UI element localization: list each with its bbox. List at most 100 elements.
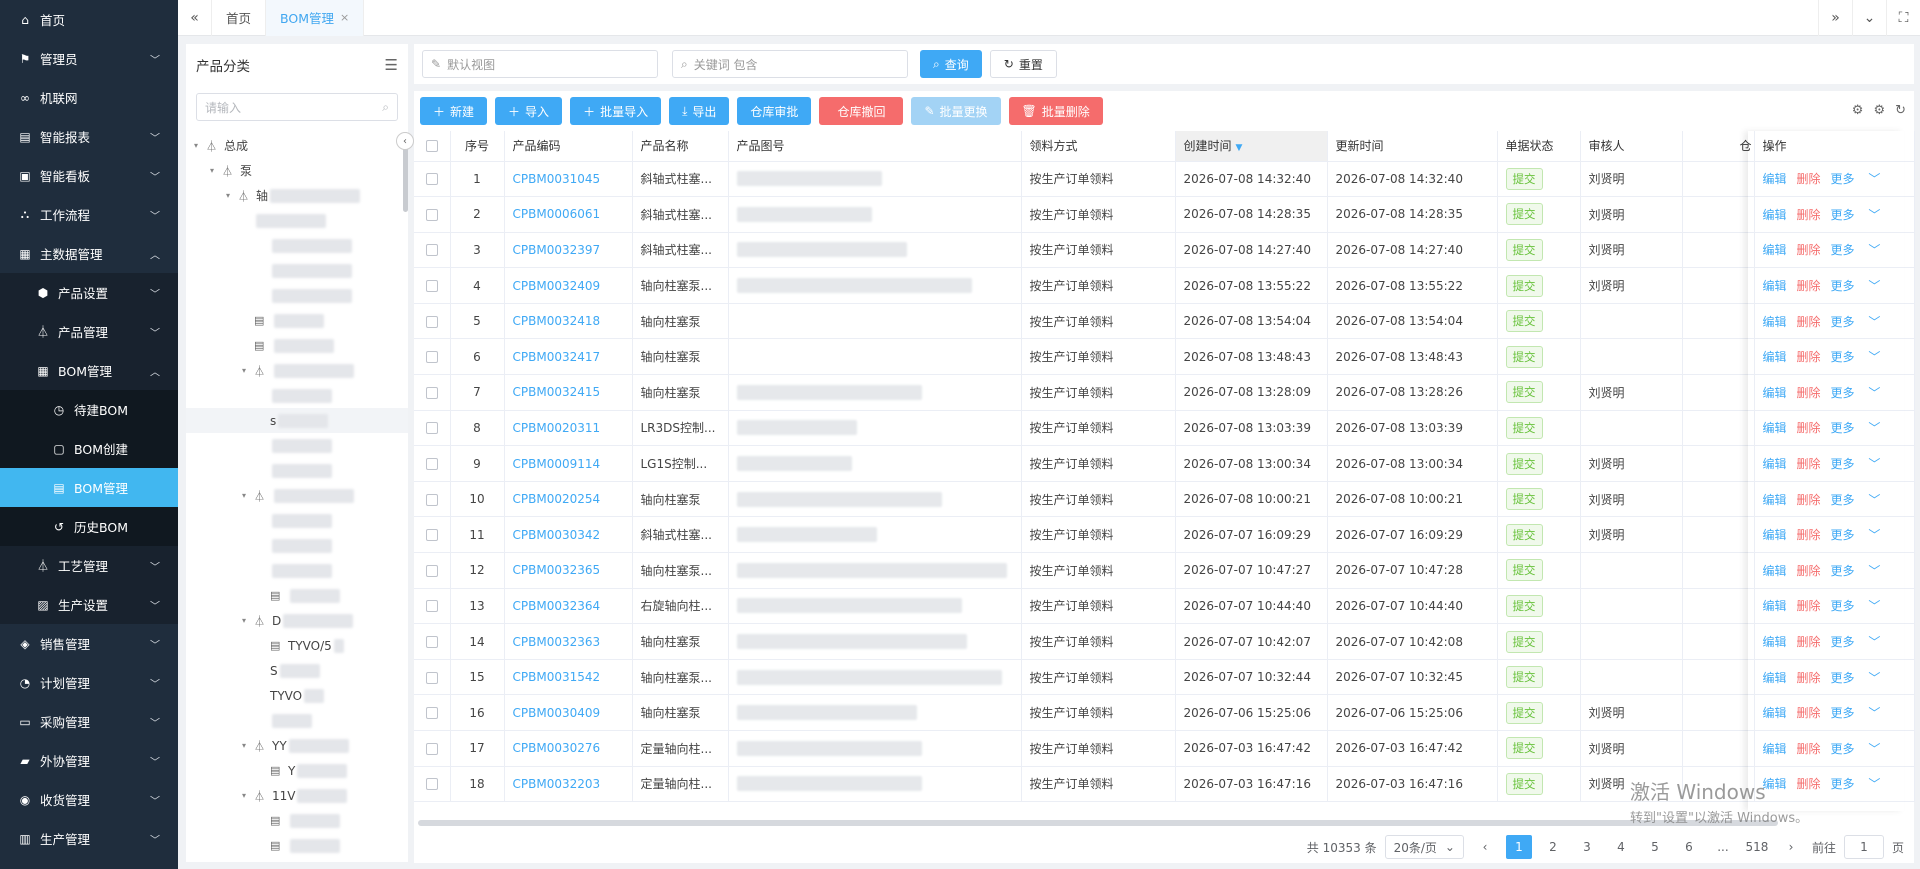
tree-node[interactable]: ▤ Y (186, 758, 408, 783)
sidebar-item-17[interactable]: ◔ 计划管理 ﹀ (0, 663, 178, 702)
tree-node[interactable] (186, 208, 408, 233)
delete-link[interactable]: 删除 (1797, 671, 1821, 685)
row-checkbox[interactable] (414, 374, 451, 411)
more-dropdown[interactable]: 更多 ﹀ (1831, 243, 1891, 257)
keyword-search-input[interactable]: ⌕ 关键词 包含 (672, 50, 908, 78)
horizontal-scrollbar[interactable] (418, 820, 1778, 826)
more-dropdown[interactable]: 更多 ﹀ (1831, 315, 1891, 329)
more-dropdown[interactable]: 更多 ﹀ (1831, 742, 1891, 756)
gear-icon[interactable]: ⚙ (1873, 103, 1885, 118)
sidebar-item-1[interactable]: ⚑ 管理员 ﹀ (0, 39, 178, 78)
table-row[interactable]: 4 CPBM0032409 轴向柱塞泵... 按生产订单领料 2026-07-08 13… (414, 267, 1915, 304)
edit-link[interactable]: 编辑 (1763, 528, 1787, 542)
caret-down-icon[interactable]: ▾ (242, 741, 254, 750)
table-row[interactable]: 8 CPBM0020311 LR3DS控制... 按生产订单领料 2026-07-08 … (414, 410, 1915, 447)
edit-link[interactable]: 编辑 (1763, 706, 1787, 720)
delete-link[interactable]: 删除 (1797, 172, 1821, 186)
row-checkbox[interactable] (414, 730, 451, 767)
sidebar-item-7[interactable]: ⬢ 产品设置 ﹀ (0, 273, 178, 312)
caret-down-icon[interactable]: ▾ (242, 491, 254, 500)
caret-down-icon[interactable]: ▾ (242, 366, 254, 375)
page-button[interactable]: 5 (1642, 835, 1668, 859)
sidebar-item-20[interactable]: ◉ 收货管理 ﹀ (0, 780, 178, 819)
delete-link[interactable]: 删除 (1797, 315, 1821, 329)
page-button[interactable]: 518 (1744, 835, 1770, 859)
tree-node[interactable]: ▤ TYVO/5 (186, 633, 408, 658)
tree-node[interactable]: ▤ (186, 808, 408, 833)
edit-link[interactable]: 编辑 (1763, 243, 1787, 257)
row-checkbox[interactable] (414, 481, 451, 518)
close-tab-icon[interactable]: × (340, 11, 349, 24)
row-checkbox[interactable] (414, 623, 451, 660)
edit-link[interactable]: 编辑 (1763, 208, 1787, 222)
edit-link[interactable]: 编辑 (1763, 315, 1787, 329)
sidebar-item-8[interactable]: ⏃ 产品管理 ﹀ (0, 312, 178, 351)
table-row[interactable]: 7 CPBM0032415 轴向柱塞泵 按生产订单领料 2026-07-08 13:28… (414, 374, 1915, 411)
fullscreen-button[interactable]: ⛶ (1886, 0, 1920, 36)
table-row[interactable]: 10 CPBM0020254 轴向柱塞泵 按生产订单领料 2026-07-08 10:0… (414, 481, 1915, 518)
refresh-icon[interactable]: ↻ (1895, 103, 1906, 118)
more-dropdown[interactable]: 更多 ﹀ (1831, 208, 1891, 222)
reset-button[interactable]: ↻ 重置 (989, 50, 1057, 78)
tree-node[interactable] (186, 458, 408, 483)
sidebar-item-16[interactable]: ◈ 销售管理 ﹀ (0, 624, 178, 663)
more-dropdown[interactable]: 更多 ﹀ (1831, 386, 1891, 400)
sidebar-item-12[interactable]: ▤ BOM管理 (0, 468, 178, 507)
tree-node[interactable]: ▾ ⏃ D (186, 608, 408, 633)
page-button[interactable]: 1 (1505, 835, 1532, 859)
tree-node[interactable] (186, 708, 408, 733)
tab-home[interactable]: 首页 (212, 0, 267, 36)
select-all-checkbox[interactable] (414, 131, 451, 162)
sidebar-item-9[interactable]: ▦ BOM管理 ︿ (0, 351, 178, 390)
header-reviewer[interactable]: 审核人 (1580, 131, 1683, 162)
tree-node[interactable] (186, 233, 408, 258)
tree-node[interactable]: TYVO (186, 683, 408, 708)
sidebar-item-6[interactable]: ▦ 主数据管理 ︿ (0, 234, 178, 273)
edit-link[interactable]: 编辑 (1763, 493, 1787, 507)
more-dropdown[interactable]: 更多 ﹀ (1831, 457, 1891, 471)
product-code-link[interactable]: CPBM0031542 (504, 659, 633, 696)
product-code-link[interactable]: CPBM0032415 (504, 374, 633, 411)
sidebar-item-19[interactable]: ▰ 外协管理 ﹀ (0, 741, 178, 780)
import-button[interactable]: ＋导入 (495, 97, 563, 125)
batch-import-button[interactable]: ＋批量导入 (570, 97, 662, 125)
batch-delete-button[interactable]: 🗑 批量删除 (1008, 97, 1103, 125)
product-code-link[interactable]: CPBM0032417 (504, 338, 633, 376)
product-code-link[interactable]: CPBM0032418 (504, 303, 633, 340)
sidebar-item-14[interactable]: ⏃ 工艺管理 ﹀ (0, 546, 178, 585)
tree-node[interactable] (186, 258, 408, 283)
page-size-select[interactable]: 20条/页 ⌄ (1384, 835, 1464, 859)
table-row[interactable]: 11 CPBM0030342 斜轴式柱塞... 按生产订单领料 2026-07-07 1… (414, 516, 1915, 554)
table-row[interactable]: 6 CPBM0032417 轴向柱塞泵 按生产订单领料 2026-07-08 13:48… (414, 338, 1915, 376)
table-row[interactable]: 14 CPBM0032363 轴向柱塞泵 按生产订单领料 2026-07-07 10:4… (414, 623, 1915, 660)
more-dropdown[interactable]: 更多 ﹀ (1831, 279, 1891, 293)
header-drawing[interactable]: 产品图号 (728, 131, 1022, 162)
row-checkbox[interactable] (414, 161, 451, 198)
product-code-link[interactable]: CPBM0006061 (504, 196, 633, 233)
tree-node[interactable]: ▾ ⏃ (186, 358, 408, 383)
sidebar-item-18[interactable]: ▭ 采购管理 ﹀ (0, 702, 178, 741)
column-settings-icon[interactable]: ⚙ (1852, 103, 1864, 118)
scroll-tabs-right-button[interactable]: » (1818, 0, 1852, 36)
row-checkbox[interactable] (414, 588, 451, 625)
edit-link[interactable]: 编辑 (1763, 742, 1787, 756)
more-dropdown[interactable]: 更多 ﹀ (1831, 350, 1891, 364)
row-checkbox[interactable] (414, 445, 451, 482)
tree-node[interactable]: ▾ ⏃ (186, 483, 408, 508)
tree-node[interactable]: ▾ ⏃ 泵 (186, 158, 408, 183)
delete-link[interactable]: 删除 (1797, 635, 1821, 649)
more-dropdown[interactable]: 更多 ﹀ (1831, 599, 1891, 613)
tree-node[interactable]: S (186, 658, 408, 683)
more-dropdown[interactable]: 更多 ﹀ (1831, 421, 1891, 435)
tree-node[interactable]: ▾ ⏃ 轴 (186, 183, 408, 208)
sidebar-item-10[interactable]: ◷ 待建BOM (0, 390, 178, 429)
row-checkbox[interactable] (414, 552, 451, 589)
sidebar-item-21[interactable]: ▥ 生产管理 ﹀ (0, 819, 178, 858)
more-dropdown[interactable]: 更多 ﹀ (1831, 706, 1891, 720)
product-code-link[interactable]: CPBM0032363 (504, 623, 633, 660)
tree-node[interactable]: ▤ (186, 308, 408, 333)
product-code-link[interactable]: CPBM0032397 (504, 232, 633, 269)
row-checkbox[interactable] (414, 338, 451, 376)
next-page-button[interactable]: › (1778, 835, 1804, 859)
row-checkbox[interactable] (414, 694, 451, 731)
